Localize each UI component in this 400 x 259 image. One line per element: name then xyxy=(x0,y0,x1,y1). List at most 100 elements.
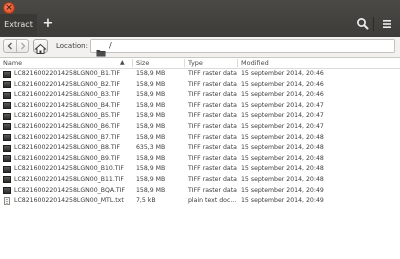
file-modified: 15 september 2014, 20:46 xyxy=(241,91,324,99)
tiff-image-icon xyxy=(3,112,11,120)
file-type: TIFF raster data xyxy=(188,122,237,130)
tiff-image-icon xyxy=(3,187,11,195)
file-modified: 15 september 2014, 20:48 xyxy=(241,175,324,183)
column-header-size[interactable]: Size xyxy=(136,58,149,68)
header-separator xyxy=(373,17,374,31)
file-name: LC82160022014258LGN00_B7.TIF xyxy=(14,133,121,141)
file-type: TIFF raster data xyxy=(188,70,237,77)
file-type: TIFF raster data xyxy=(188,186,237,194)
tiff-image-icon xyxy=(3,81,11,89)
file-name: LC82160022014258LGN00_B5.TIF xyxy=(14,112,121,120)
back-arrow-icon[interactable] xyxy=(4,40,16,52)
close-window-button[interactable]: × xyxy=(3,2,15,14)
file-size: 158,9 MB xyxy=(136,154,166,162)
file-type: TIFF raster data xyxy=(188,112,237,120)
file-name: LC82160022014258LGN00_BQA.TIF xyxy=(14,186,126,194)
file-name: LC82160022014258LGN00_B6.TIF xyxy=(14,122,121,130)
file-modified: 15 september 2014, 20:48 xyxy=(241,154,324,162)
file-row[interactable]: LC82160022014258LGN00_B10.TIF 158,9 MB TIF… xyxy=(0,164,400,175)
file-modified: 15 september 2014, 20:48 xyxy=(241,144,324,152)
location-toolbar: Location: / xyxy=(0,37,400,58)
column-header-name[interactable]: Name xyxy=(3,58,22,68)
file-size: 158,9 MB xyxy=(136,91,166,99)
file-name: LC82160022014258LGN00_B3.TIF xyxy=(14,91,121,99)
location-field[interactable]: / xyxy=(90,39,395,57)
tiff-image-icon xyxy=(3,155,11,163)
file-modified: 15 september 2014, 20:46 xyxy=(241,70,324,77)
column-divider[interactable] xyxy=(237,59,238,67)
file-type: TIFF raster data xyxy=(188,91,237,99)
file-modified: 15 september 2014, 20:48 xyxy=(241,133,324,141)
tiff-image-icon xyxy=(3,91,11,99)
file-modified: 15 september 2014, 20:47 xyxy=(241,112,324,120)
file-name: LC82160022014258LGN00_B9.TIF xyxy=(14,154,121,162)
column-divider[interactable] xyxy=(184,59,185,67)
add-files-button[interactable]: + xyxy=(42,16,54,32)
file-modified: 15 september 2014, 20:47 xyxy=(241,122,324,130)
file-modified: 15 september 2014, 20:48 xyxy=(241,165,324,173)
file-type: TIFF raster data xyxy=(188,80,237,88)
file-size: 158,9 MB xyxy=(136,112,166,120)
file-row[interactable]: LC82160022014258LGN00_B8.TIF 635,3 MB TIFF… xyxy=(0,143,400,154)
file-row[interactable]: LC82160022014258LGN00_B5.TIF 158,9 MB TIFF… xyxy=(0,111,400,122)
file-name: LC82160022014258LGN00_B1.TIF xyxy=(14,70,121,77)
navigation-buttons xyxy=(3,39,29,53)
tiff-image-icon xyxy=(3,123,11,131)
file-type: TIFF raster data xyxy=(188,175,237,183)
file-type: TIFF raster data xyxy=(188,133,237,141)
sort-ascending-icon: ▲ xyxy=(120,59,125,66)
file-name: LC82160022014258LGN00_MTL.txt xyxy=(14,197,124,205)
extract-button[interactable]: Extract xyxy=(0,14,37,36)
file-size: 158,9 MB xyxy=(136,122,166,130)
file-row[interactable]: LC82160022014258LGN00_B1.TIF 158,9 MB TIFF… xyxy=(0,69,400,80)
file-name: LC82160022014258LGN00_B11.TIF xyxy=(14,175,124,183)
file-size: 158,9 MB xyxy=(136,165,166,173)
file-row[interactable]: LC82160022014258LGN00_B7.TIF 158,9 MB TIFF… xyxy=(0,133,400,144)
column-header-row: Name ▲ Size Type Modified xyxy=(0,58,400,69)
file-list: LC82160022014258LGN00_B1.TIF 158,9 MB TIFF… xyxy=(0,69,400,207)
file-name: LC82160022014258LGN00_B4.TIF xyxy=(14,101,121,109)
column-header-type[interactable]: Type xyxy=(188,58,203,68)
location-path: / xyxy=(109,41,112,50)
file-name: LC82160022014258LGN00_B8.TIF xyxy=(14,144,121,152)
tiff-image-icon xyxy=(3,176,11,184)
header-bar: × Extract + xyxy=(0,0,400,37)
file-row[interactable]: LC82160022014258LGN00_B9.TIF 158,9 MB TIFF… xyxy=(0,154,400,165)
file-modified: 15 september 2014, 20:49 xyxy=(241,186,324,194)
column-header-modified[interactable]: Modified xyxy=(241,58,269,68)
tiff-image-icon xyxy=(3,102,11,110)
file-type: TIFF raster data xyxy=(188,165,237,173)
file-modified: 15 september 2014, 20:47 xyxy=(241,101,324,109)
tiff-image-icon xyxy=(3,70,11,78)
file-row[interactable]: LC82160022014258LGN00_B3.TIF 158,9 MB TIFF… xyxy=(0,90,400,101)
file-modified: 15 september 2014, 20:49 xyxy=(241,197,324,205)
file-size: 158,9 MB xyxy=(136,186,166,194)
location-label: Location: xyxy=(56,42,88,50)
file-row[interactable]: LC82160022014258LGN00_MTL.txt 7,5 kB plain… xyxy=(0,196,400,207)
column-divider[interactable] xyxy=(132,59,133,67)
file-size: 7,5 kB xyxy=(136,197,156,205)
file-row[interactable]: LC82160022014258LGN00_B6.TIF 158,9 MB TIFF… xyxy=(0,122,400,133)
search-icon[interactable] xyxy=(355,16,371,32)
file-type: plain text doc... xyxy=(188,197,237,205)
forward-arrow-icon[interactable] xyxy=(17,40,29,52)
file-name: LC82160022014258LGN00_B10.TIF xyxy=(14,165,124,173)
file-row[interactable]: LC82160022014258LGN00_B2.TIF 158,9 MB TIFF… xyxy=(0,80,400,91)
file-name: LC82160022014258LGN00_B2.TIF xyxy=(14,80,121,88)
hamburger-menu-icon[interactable] xyxy=(378,16,396,32)
file-size: 158,9 MB xyxy=(136,70,166,77)
home-icon[interactable] xyxy=(33,39,48,54)
file-row[interactable]: LC82160022014258LGN00_BQA.TIF 158,9 MB TIF… xyxy=(0,186,400,197)
file-row[interactable]: LC82160022014258LGN00_B4.TIF 158,9 MB TIFF… xyxy=(0,101,400,112)
file-size: 158,9 MB xyxy=(136,175,166,183)
file-size: 158,9 MB xyxy=(136,101,166,109)
file-row[interactable]: LC82160022014258LGN00_B11.TIF 158,9 MB TIF… xyxy=(0,175,400,186)
tiff-image-icon xyxy=(3,144,11,152)
file-modified: 15 september 2014, 20:46 xyxy=(241,80,324,88)
file-type: TIFF raster data xyxy=(188,101,237,109)
text-file-icon xyxy=(3,197,11,206)
file-size: 158,9 MB xyxy=(136,133,166,141)
file-type: TIFF raster data xyxy=(188,144,237,152)
file-roller-window: × Extract + Location: / Name ▲ Size Type… xyxy=(0,0,400,259)
file-size: 158,9 MB xyxy=(136,80,166,88)
